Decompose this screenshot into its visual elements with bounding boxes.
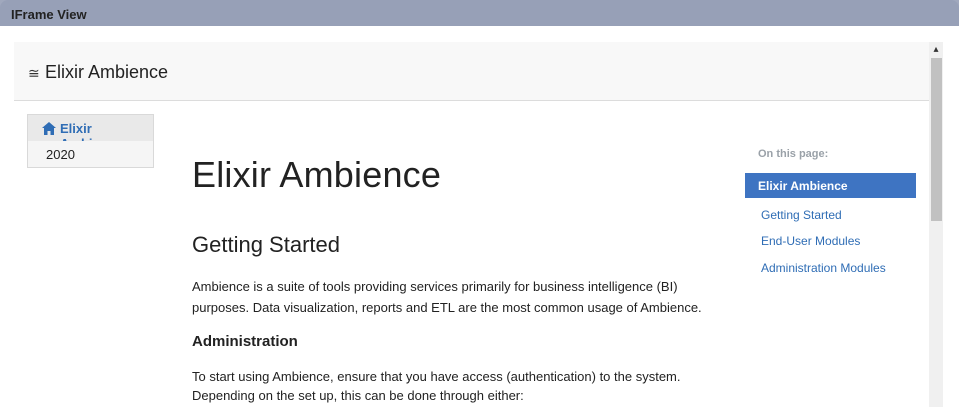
scroll-up-icon[interactable]: ▴ [929,44,943,56]
home-icon [42,122,56,138]
toc-item-end-user-modules[interactable]: End-User Modules [761,234,860,248]
vertical-scrollbar[interactable]: ▴ [929,42,943,407]
admin-paragraph: To start using Ambience, ensure that you… [192,369,681,403]
section-heading: Getting Started [192,232,340,257]
nav-item-2020[interactable]: 2020 [27,141,154,168]
site-header: ≅ Elixir Ambience [14,42,929,101]
nav-item-elixir-ambience[interactable]: Elixir Ambience [27,114,154,151]
toc-item-getting-started[interactable]: Getting Started [761,208,842,222]
nav-item-label: 2020 [46,147,75,162]
docs-page: ≅ Elixir Ambience Elixir Ambience 2020 [14,42,929,407]
scrollbar-thumb[interactable] [931,58,942,221]
toc-item-elixir-ambience[interactable]: Elixir Ambience [745,173,916,198]
window-title: IFrame View [11,7,87,22]
menu-icon[interactable]: ≅ [28,65,40,82]
page-title: Elixir Ambience [192,154,442,195]
toc-item-label: Elixir Ambience [758,179,848,193]
intro-paragraph: Ambience is a suite of tools providing s… [192,279,702,315]
admin-heading: Administration [192,333,298,350]
iframe-frame: ≅ Elixir Ambience Elixir Ambience 2020 [0,26,959,407]
toc-item-administration-modules[interactable]: Administration Modules [761,261,886,275]
iframe-window: IFrame View ≅ Elixir Ambience Elixir Amb… [0,0,959,407]
site-brand[interactable]: Elixir Ambience [45,62,168,83]
toc-title: On this page: [758,148,829,160]
window-titlebar[interactable]: IFrame View [0,0,959,26]
